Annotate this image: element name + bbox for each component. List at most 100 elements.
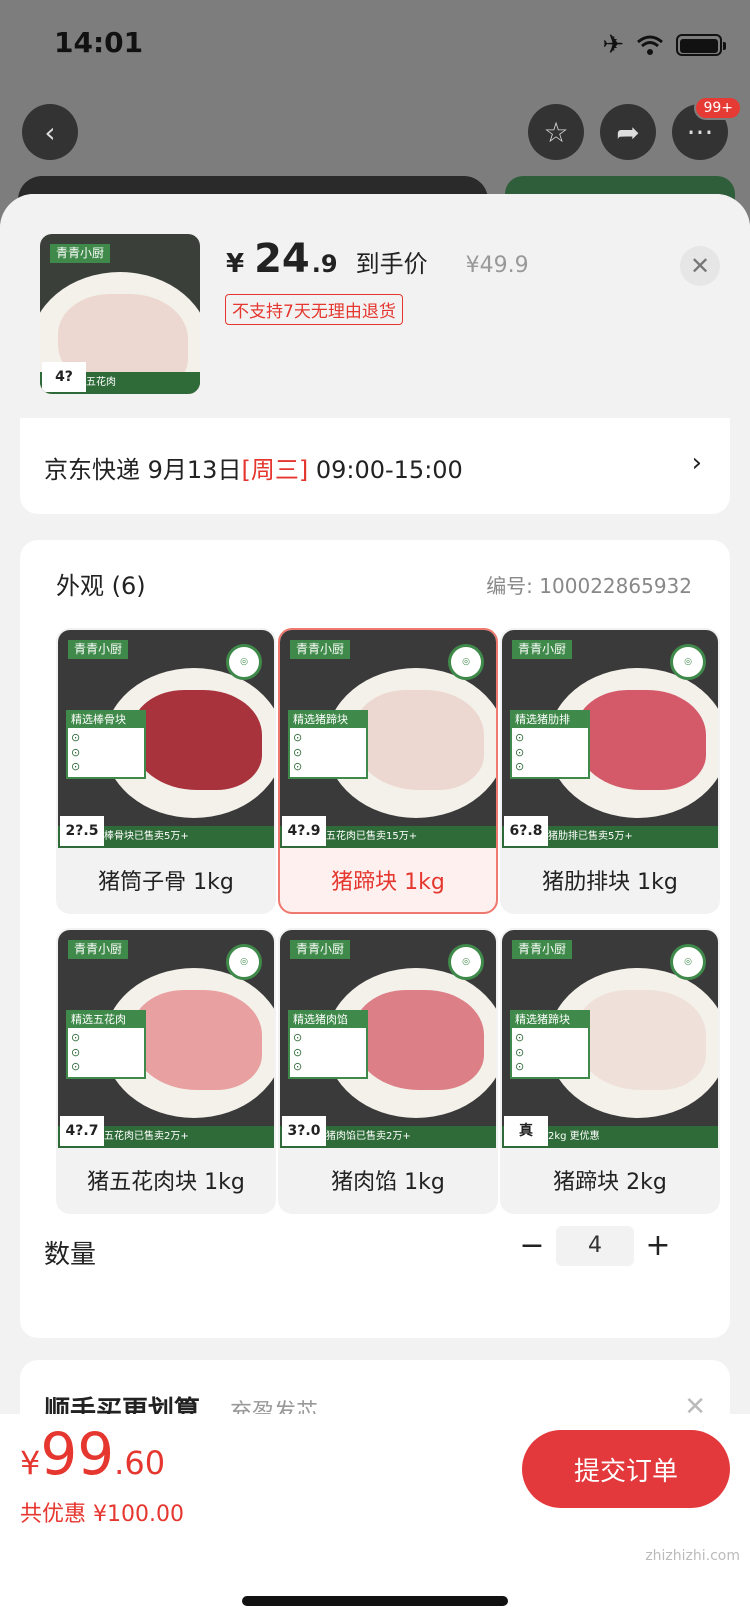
variant-image: 青青小厨 ◎ 精选猪肉馅 ⊙ ⊙ ⊙ 猪肉馅已售卖2万+ 3?.0 bbox=[280, 930, 496, 1148]
feature-box: 精选五花肉 ⊙ ⊙ ⊙ bbox=[66, 1010, 146, 1080]
variant-image: 青青小厨 ◎ 精选猪蹄块 ⊙ ⊙ ⊙ 2kg 更优惠真 bbox=[502, 930, 718, 1148]
discount-text: 共优惠 ¥100.00 bbox=[20, 1502, 184, 1527]
close-icon: ✕ bbox=[689, 252, 711, 280]
quality-seal-icon: ◎ bbox=[670, 644, 706, 680]
more-button[interactable]: ··· 99+ bbox=[672, 96, 742, 160]
quality-seal-icon: ◎ bbox=[226, 944, 262, 980]
meat bbox=[354, 690, 484, 790]
variant-label: 猪五花肉块 1kg bbox=[87, 1170, 245, 1195]
total-price: ¥ 99 .60 bbox=[20, 1420, 165, 1488]
no-return-badge: 不支持7天无理由退货 bbox=[225, 294, 403, 325]
feature-box: 精选猪蹄块 ⊙ ⊙ ⊙ bbox=[288, 710, 368, 780]
total-currency: ¥ bbox=[20, 1444, 41, 1482]
original-price: ¥49.9 bbox=[465, 253, 529, 278]
price-decimal: .9 bbox=[311, 250, 338, 278]
variant-image: 青青小厨 ◎ 精选猪肋排 ⊙ ⊙ ⊙ 猪肋排已售卖5万+ 6?.8 bbox=[502, 630, 718, 848]
share-icon: ➦ bbox=[616, 115, 640, 149]
sheet-header: 青青小厨 五花肉 4? ¥ 24 .9 到手价 ¥49.9 不支持7天无理由退货… bbox=[0, 194, 750, 418]
watermark: zhizhizhi.com bbox=[645, 1548, 740, 1564]
notification-badge: 99+ bbox=[694, 96, 742, 120]
share-button[interactable]: ➦ bbox=[600, 104, 656, 160]
variant-option[interactable]: 青青小厨 ◎ 精选猪肋排 ⊙ ⊙ ⊙ 猪肋排已售卖5万+ 6?.8 猪肋排块 1kg bbox=[500, 628, 720, 914]
feature-box: 精选猪蹄块 ⊙ ⊙ ⊙ bbox=[510, 1010, 590, 1080]
brand-logo: 青青小厨 bbox=[68, 940, 129, 960]
brand-logo: 青青小厨 bbox=[512, 940, 573, 960]
meat bbox=[576, 990, 706, 1090]
brand-logo: 青青小厨 bbox=[68, 640, 129, 660]
home-indicator[interactable] bbox=[242, 1596, 508, 1606]
close-button[interactable]: ✕ bbox=[680, 246, 720, 286]
quality-seal-icon: ◎ bbox=[448, 944, 484, 980]
status-icons: ✈ bbox=[602, 30, 726, 60]
feature-box: 精选猪肋排 ⊙ ⊙ ⊙ bbox=[510, 710, 590, 780]
promo-price: 4?.9 bbox=[282, 816, 326, 846]
price-line: ¥ 24 .9 到手价 ¥49.9 bbox=[226, 236, 529, 282]
promo-price: 真 bbox=[504, 1116, 548, 1146]
feature-box: 精选猪肉馅 ⊙ ⊙ ⊙ bbox=[288, 1010, 368, 1080]
status-bar: 14:01 ✈ bbox=[0, 0, 750, 90]
spec-sheet: 青青小厨 五花肉 4? ¥ 24 .9 到手价 ¥49.9 不支持7天无理由退货… bbox=[0, 194, 750, 1624]
meat bbox=[354, 990, 484, 1090]
variant-label: 猪蹄块 1kg bbox=[331, 870, 445, 895]
star-icon: ☆ bbox=[543, 115, 569, 149]
promo-price: 6?.8 bbox=[504, 816, 548, 846]
variant-image: 青青小厨 ◎ 精选棒骨块 ⊙ ⊙ ⊙ 棒骨块已售卖5万+ 2?.5 bbox=[58, 630, 274, 848]
quality-seal-icon: ◎ bbox=[226, 644, 262, 680]
variant-label: 猪肋排块 1kg bbox=[542, 870, 678, 895]
variant-label: 猪蹄块 2kg bbox=[553, 1170, 667, 1195]
product-code: 编号: 100022865932 bbox=[486, 570, 692, 599]
status-time: 14:01 bbox=[54, 26, 144, 59]
airplane-icon: ✈ bbox=[602, 30, 624, 60]
wifi-icon bbox=[636, 34, 664, 56]
promo-price: 4?.7 bbox=[60, 1116, 104, 1146]
delivery-date: 9月13日 bbox=[147, 456, 242, 484]
feature-box: 精选棒骨块 ⊙ ⊙ ⊙ bbox=[66, 710, 146, 780]
back-button[interactable]: ‹ bbox=[22, 104, 78, 160]
battery-icon bbox=[676, 34, 726, 56]
submit-order-button[interactable]: 提交订单 bbox=[522, 1430, 730, 1508]
delivery-text: 京东快递 9月13日[周三] 09:00-15:00 bbox=[44, 450, 463, 485]
chevron-right-icon: › bbox=[691, 448, 702, 478]
price-tag: 到手价 bbox=[355, 250, 428, 278]
quality-seal-icon: ◎ bbox=[448, 644, 484, 680]
variant-option[interactable]: 青青小厨 ◎ 精选猪蹄块 ⊙ ⊙ ⊙ 五花肉已售卖15万+ 4?.9 猪蹄块 1kg bbox=[278, 628, 498, 914]
variant-image: 青青小厨 ◎ 精选五花肉 ⊙ ⊙ ⊙ 五花肉已售卖2万+ 4?.7 bbox=[58, 930, 274, 1148]
total-decimal: .60 bbox=[114, 1444, 166, 1482]
brand-logo: 青青小厨 bbox=[290, 640, 351, 660]
quantity-input[interactable]: 4 bbox=[556, 1226, 634, 1266]
spec-card: 外观 (6) 编号: 100022865932 青青小厨 ◎ 精选棒骨块 ⊙ ⊙ ⊙ 棒骨块… bbox=[20, 540, 730, 1338]
order-bar: ¥ 99 .60 共优惠 ¥100.00 提交订单 bbox=[0, 1414, 750, 1624]
product-thumbnail: 青青小厨 五花肉 4? bbox=[40, 234, 200, 394]
delivery-time: 09:00-15:00 bbox=[315, 456, 463, 484]
brand-logo: 青青小厨 bbox=[512, 640, 573, 660]
quality-seal-icon: ◎ bbox=[670, 944, 706, 980]
price-currency: ¥ bbox=[226, 249, 245, 279]
variant-label: 猪肉馅 1kg bbox=[331, 1170, 445, 1195]
quantity-decrease-button[interactable]: − bbox=[514, 1228, 550, 1264]
promo-price: 3?.0 bbox=[282, 1116, 326, 1146]
variant-option[interactable]: 青青小厨 ◎ 精选猪肉馅 ⊙ ⊙ ⊙ 猪肉馅已售卖2万+ 3?.0 猪肉馅 1kg bbox=[278, 928, 498, 1214]
quantity-increase-button[interactable]: + bbox=[640, 1228, 676, 1264]
total-integer: 99 bbox=[40, 1420, 115, 1488]
product-code-value: 100022865932 bbox=[539, 574, 692, 598]
brand-logo: 青青小厨 bbox=[290, 940, 351, 960]
product-code-label: 编号: bbox=[486, 574, 533, 598]
variant-option[interactable]: 青青小厨 ◎ 精选五花肉 ⊙ ⊙ ⊙ 五花肉已售卖2万+ 4?.7 猪五花肉块 1kg bbox=[56, 928, 276, 1214]
more-icon: ··· bbox=[686, 115, 714, 149]
quantity-label: 数量 bbox=[44, 1240, 97, 1270]
favorite-button[interactable]: ☆ bbox=[528, 104, 584, 160]
chevron-left-icon: ‹ bbox=[44, 115, 56, 149]
spec-title: 外观 (6) bbox=[56, 572, 146, 600]
meat bbox=[132, 690, 262, 790]
delivery-row[interactable]: 京东快递 9月13日[周三] 09:00-15:00 › bbox=[20, 418, 730, 514]
meat bbox=[576, 690, 706, 790]
variant-option[interactable]: 青青小厨 ◎ 精选猪蹄块 ⊙ ⊙ ⊙ 2kg 更优惠真猪蹄块 2kg bbox=[500, 928, 720, 1214]
variant-image: 青青小厨 ◎ 精选猪蹄块 ⊙ ⊙ ⊙ 五花肉已售卖15万+ 4?.9 bbox=[280, 630, 496, 848]
meat bbox=[132, 990, 262, 1090]
delivery-carrier: 京东快递 bbox=[44, 456, 140, 484]
promo-price: 2?.5 bbox=[60, 816, 104, 846]
variant-option[interactable]: 青青小厨 ◎ 精选棒骨块 ⊙ ⊙ ⊙ 棒骨块已售卖5万+ 2?.5 猪筒子骨 1kg bbox=[56, 628, 276, 914]
variant-label: 猪筒子骨 1kg bbox=[98, 870, 234, 895]
delivery-weekday: [周三] bbox=[241, 456, 309, 484]
price-integer: 24 bbox=[254, 236, 310, 282]
